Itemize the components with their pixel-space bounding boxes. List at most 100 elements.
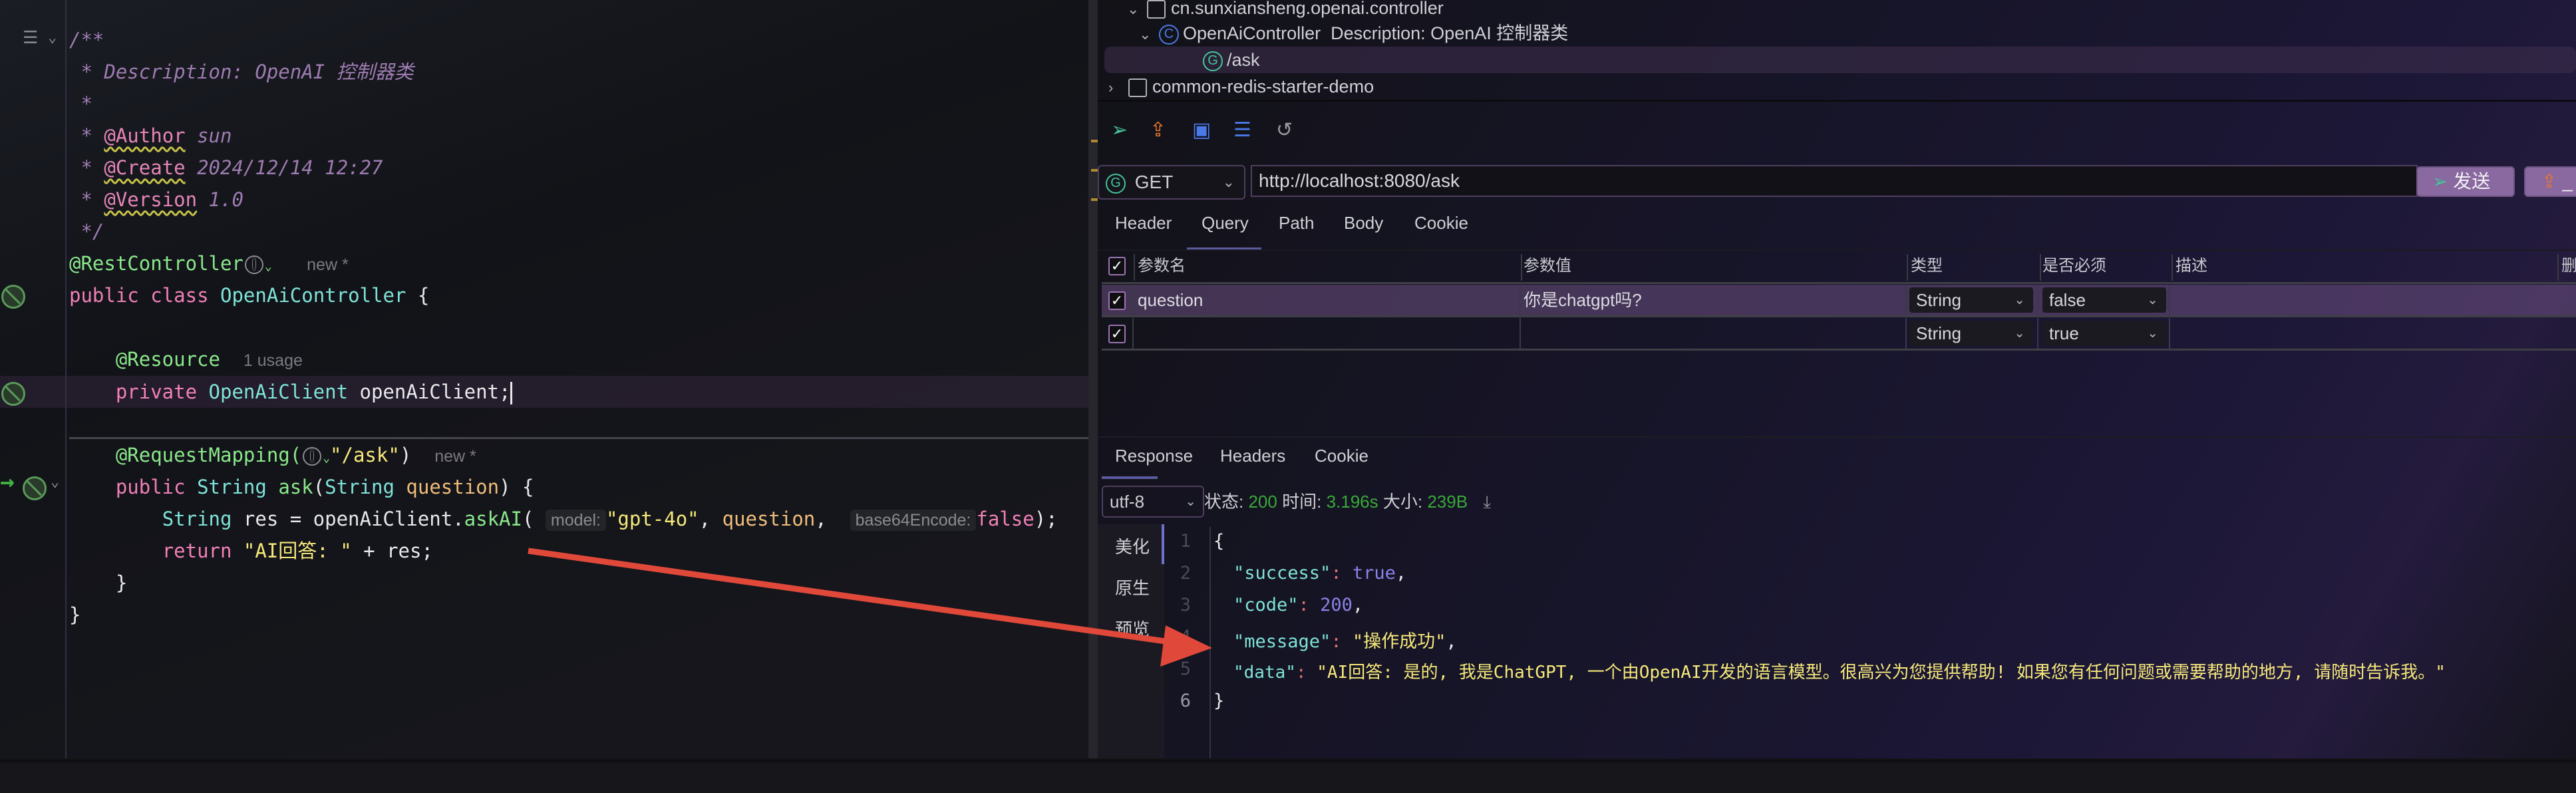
- tree-item-endpoint[interactable]: G/ask: [1203, 47, 1260, 73]
- history-icon[interactable]: ↺: [1276, 118, 1293, 142]
- json-brace: {: [1213, 531, 1225, 552]
- code-line: public class OpenAiController {: [69, 284, 430, 307]
- chevron-down-icon[interactable]: ⌄: [51, 474, 59, 490]
- marker: [1091, 169, 1098, 172]
- type-select[interactable]: String ⌄: [1909, 321, 2033, 346]
- tree-item-module[interactable]: › common-redis-starter-demo: [1108, 73, 1374, 100]
- table-row[interactable]: ✓ question 你是chatgpt吗? String ⌄ false ⌄: [1102, 285, 2576, 315]
- col-divider: [1907, 254, 1908, 281]
- method-select[interactable]: G GET ⌄: [1098, 165, 1245, 200]
- response-divider: [1098, 436, 2576, 438]
- view-mode-raw[interactable]: 原生: [1115, 575, 1150, 599]
- response-size: 239B: [1427, 492, 1468, 512]
- bean-icon[interactable]: [1, 285, 25, 309]
- chevron-down-icon: ⌄: [1185, 494, 1196, 509]
- doc-icon[interactable]: ☰: [1233, 118, 1251, 142]
- tab-response[interactable]: Response: [1115, 446, 1193, 466]
- chevron-down-icon: ⌄: [2147, 293, 2158, 307]
- col-header-desc: 描述: [2175, 257, 2207, 275]
- chevron-right-icon[interactable]: ›: [1108, 75, 1128, 101]
- tab-response-headers[interactable]: Headers: [1220, 446, 1285, 466]
- col-divider: [2040, 254, 2041, 281]
- chevron-down-icon[interactable]: ⌄: [1139, 21, 1159, 48]
- code-line: * Description: OpenAI 控制器类: [69, 61, 414, 83]
- col-divider: [2037, 318, 2038, 349]
- usage-hint[interactable]: 1 usage: [243, 351, 303, 370]
- code-line: /**: [69, 29, 104, 51]
- chevron-down-icon[interactable]: ⌄: [323, 451, 330, 465]
- response-time: 3.196s: [1326, 492, 1378, 512]
- chevron-down-icon: ⌄: [2147, 326, 2158, 341]
- export-icon: ⇪: [2541, 171, 2557, 192]
- response-status: 状态: 200 时间: 3.196s 大小: 239B ⤓: [1204, 492, 1491, 512]
- col-header-required: 是否必须: [2042, 257, 2106, 275]
- chevron-down-icon[interactable]: ⌄: [1127, 0, 1147, 23]
- json-line: "message": "操作成功",: [1233, 631, 1457, 652]
- col-divider: [1520, 318, 1521, 349]
- row-checkbox[interactable]: ✓: [1108, 291, 1126, 310]
- module-icon: [1128, 78, 1147, 97]
- tab-path[interactable]: Path: [1279, 213, 1315, 234]
- doc-render-icon[interactable]: ☰: [23, 28, 38, 48]
- save-icon[interactable]: ▣: [1192, 118, 1211, 142]
- tab-query[interactable]: Query: [1202, 213, 1249, 234]
- code-editor[interactable]: ☰ ⌄ /** * Description: OpenAI 控制器类 * * @…: [0, 0, 1094, 758]
- run-arrow-icon[interactable]: →: [0, 468, 15, 496]
- export-icon[interactable]: ⇪: [1150, 118, 1166, 142]
- status-code: 200: [1248, 492, 1277, 512]
- row-divider: [1102, 315, 2576, 317]
- tab-cookie[interactable]: Cookie: [1414, 213, 1468, 234]
- code-line: private OpenAiClient openAiClient;: [69, 376, 513, 408]
- url-input[interactable]: http://localhost:8080/ask: [1251, 165, 2418, 197]
- author-hint[interactable]: new *: [434, 447, 476, 466]
- code-line: * @Version 1.0: [69, 188, 243, 211]
- tab-body[interactable]: Body: [1344, 213, 1383, 234]
- fold-chevron-icon[interactable]: ⌄: [48, 29, 57, 46]
- view-mode-preview[interactable]: 预览: [1115, 616, 1150, 641]
- panel-splitter[interactable]: [1088, 0, 1098, 758]
- table-row[interactable]: ✓ String ⌄ true ⌄: [1102, 318, 2576, 349]
- required-select[interactable]: true ⌄: [2042, 321, 2166, 346]
- param-hint: model:: [545, 510, 606, 531]
- param-desc-input[interactable]: [2174, 318, 2553, 349]
- type-select[interactable]: String ⌄: [1909, 287, 2033, 313]
- web-endpoint-icon[interactable]: [244, 255, 263, 274]
- injected-bean-icon[interactable]: [1, 382, 25, 406]
- send-icon[interactable]: ➢: [1111, 118, 1128, 142]
- chevron-down-icon[interactable]: ⌄: [265, 259, 272, 273]
- endpoint-icon[interactable]: [23, 476, 47, 500]
- chevron-down-icon: ⌄: [2014, 326, 2025, 341]
- json-line: "data": "AI回答: 是的, 我是ChatGPT, 一个由OpenAI开…: [1233, 663, 2446, 683]
- col-divider: [2169, 318, 2170, 349]
- code-line: * @Author sun: [69, 124, 232, 147]
- view-mode-pretty[interactable]: 美化: [1115, 534, 1150, 558]
- class-icon: C: [1159, 24, 1179, 45]
- param-desc-input[interactable]: [2174, 285, 2553, 315]
- javadoc-tag: @Create: [104, 156, 186, 179]
- send-button[interactable]: ➢ 发送: [2416, 166, 2515, 197]
- tree-item-class[interactable]: ⌄ C OpenAiController Description: OpenAI 控…: [1139, 20, 1568, 47]
- required-select[interactable]: false ⌄: [2042, 287, 2166, 313]
- author-hint[interactable]: new *: [307, 255, 349, 274]
- code-line: public String ask(String question) {: [115, 476, 534, 498]
- export-button[interactable]: ⇪ _: [2524, 166, 2576, 197]
- mapping-path-link[interactable]: "/ask": [330, 444, 400, 466]
- text-cursor: [510, 382, 513, 404]
- param-name-input[interactable]: question: [1138, 285, 1203, 315]
- tab-response-cookie[interactable]: Cookie: [1315, 446, 1368, 466]
- param-hint: base64Encode:: [850, 510, 977, 531]
- col-divider: [2557, 254, 2559, 281]
- tree-item-package[interactable]: ⌄ cn.sunxiansheng.openai.controller: [1127, 0, 1444, 21]
- tab-header[interactable]: Header: [1115, 213, 1172, 234]
- download-icon[interactable]: ⤓: [1483, 492, 1491, 512]
- select-all-checkbox[interactable]: ✓: [1108, 257, 1126, 275]
- status-bar: [0, 760, 2576, 793]
- param-value-input[interactable]: 你是chatgpt吗?: [1524, 285, 1642, 315]
- marker: [1091, 140, 1098, 142]
- encoding-select[interactable]: utf-8 ⌄: [1102, 486, 1204, 518]
- javadoc-tag: @Author: [104, 124, 186, 147]
- row-checkbox[interactable]: ✓: [1108, 325, 1126, 343]
- json-brace: }: [1213, 691, 1225, 711]
- web-endpoint-icon[interactable]: [303, 447, 322, 466]
- response-body[interactable]: 1 2 3 4 5 6 { "success": true, "code": 2…: [1164, 524, 2576, 758]
